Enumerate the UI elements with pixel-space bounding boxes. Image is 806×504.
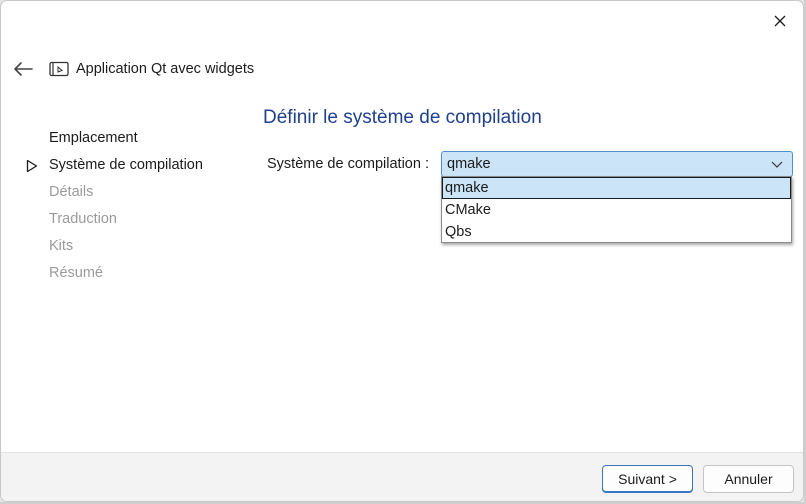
build-system-combobox[interactable]: qmake xyxy=(441,151,793,177)
step-label: Résumé xyxy=(49,265,103,281)
wizard-steps: Emplacement Système de compilation Détai… xyxy=(25,125,203,287)
wizard-footer: Suivant > Annuler xyxy=(1,452,803,501)
step-kits: Kits xyxy=(25,233,203,260)
cancel-button[interactable]: Annuler xyxy=(703,465,794,493)
step-resume: Résumé xyxy=(25,260,203,287)
step-label: Système de compilation xyxy=(49,157,203,173)
current-step-icon xyxy=(26,159,38,173)
step-label: Emplacement xyxy=(49,130,138,146)
step-label: Détails xyxy=(49,184,94,200)
next-button[interactable]: Suivant > xyxy=(602,465,693,493)
step-systeme-de-compilation: Système de compilation xyxy=(25,152,203,179)
close-icon xyxy=(774,15,786,27)
back-button[interactable] xyxy=(11,57,35,81)
back-arrow-icon xyxy=(14,62,33,76)
option-qmake[interactable]: qmake xyxy=(442,177,791,199)
wizard-title: Application Qt avec widgets xyxy=(76,61,255,77)
page-title: Définir le système de compilation xyxy=(263,107,542,128)
step-emplacement: Emplacement xyxy=(25,125,203,152)
qt-application-icon xyxy=(49,59,69,79)
close-button[interactable] xyxy=(767,9,793,33)
build-system-label: Système de compilation : xyxy=(267,156,429,172)
step-label: Kits xyxy=(49,238,74,254)
step-label: Traduction xyxy=(49,211,117,227)
wizard-header: Application Qt avec widgets xyxy=(49,59,254,79)
build-system-dropdown-list: qmake CMake Qbs xyxy=(441,176,792,243)
chevron-down-icon xyxy=(771,161,783,168)
wizard-window: Application Qt avec widgets Emplacement … xyxy=(0,0,804,502)
option-qbs[interactable]: Qbs xyxy=(442,221,791,243)
combobox-value: qmake xyxy=(447,156,491,172)
option-cmake[interactable]: CMake xyxy=(442,199,791,221)
step-traduction: Traduction xyxy=(25,206,203,233)
step-details: Détails xyxy=(25,179,203,206)
